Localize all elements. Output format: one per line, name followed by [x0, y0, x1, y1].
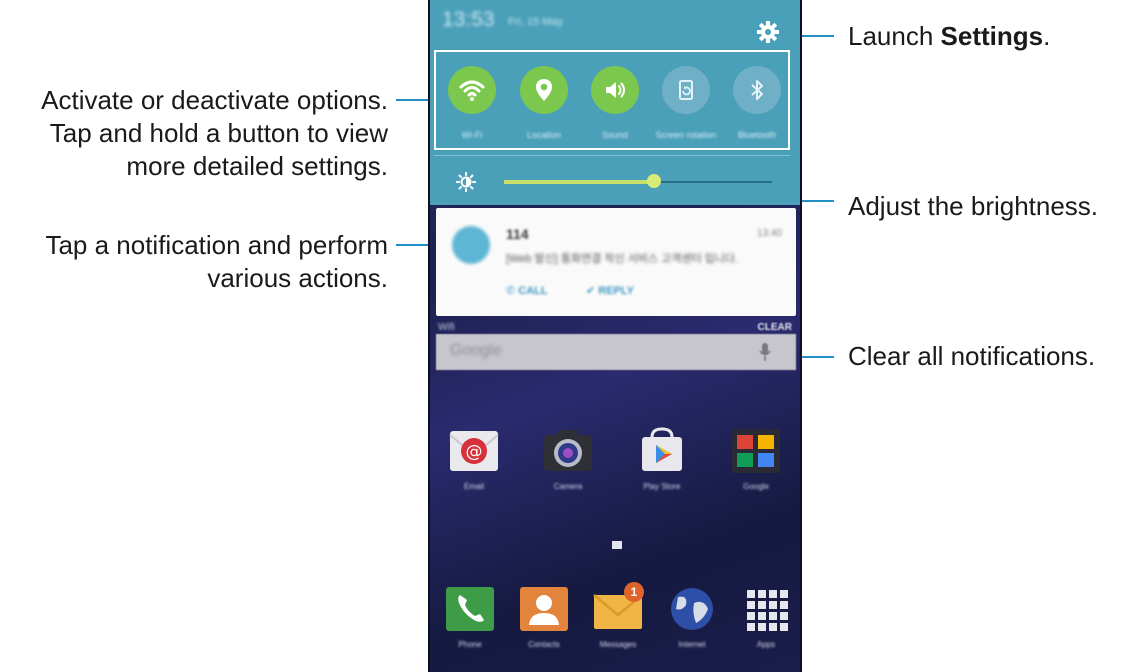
callout-toggles-line1: Activate or deactivate options. — [41, 85, 388, 115]
home-page-indicator — [612, 541, 622, 549]
dock-contacts-label: Contacts — [528, 640, 560, 649]
callout-brightness-text: Adjust the brightness. — [848, 191, 1099, 221]
quick-setting-rotation-label: Screen rotation — [655, 130, 717, 140]
microphone-icon[interactable] — [758, 342, 772, 362]
email-icon: @ — [449, 431, 499, 471]
app-play-store[interactable] — [634, 425, 690, 477]
brightness-control — [434, 160, 790, 202]
google-folder-icon — [732, 429, 780, 473]
phone-icon: ✆ — [506, 285, 519, 297]
play-store-icon — [642, 427, 682, 471]
wifi-icon — [459, 80, 485, 101]
callout-settings-bold: Settings — [940, 21, 1044, 51]
callout-notification-line1: Tap a notification and perform — [45, 230, 388, 260]
phone-screen: 13:53 Fri, 15 May Wi-Fi Location Sound S… — [428, 0, 802, 672]
dock-apps-label: Apps — [756, 640, 776, 649]
quick-settings-row: Wi-Fi Location Sound Screen rotation Blu… — [434, 50, 790, 150]
quick-setting-bluetooth[interactable] — [733, 66, 781, 114]
callout-clear: Clear all notifications. — [848, 340, 1118, 373]
dock-internet[interactable] — [664, 583, 720, 635]
quick-setting-rotation[interactable] — [662, 66, 710, 114]
quick-setting-sound[interactable] — [591, 66, 639, 114]
notification-panel: 13:53 Fri, 15 May Wi-Fi Location Sound S… — [428, 0, 802, 205]
speaker-icon — [606, 82, 625, 98]
phone-left-edge — [428, 0, 430, 672]
google-search-bar[interactable]: Google — [436, 334, 796, 370]
notification-card[interactable]: 114 13:40 [Web 발신] 통화연결 착신 서비스 고객센터 입니다.… — [436, 208, 796, 316]
app-google-folder-label: Google — [743, 482, 769, 491]
dock-phone-label: Phone — [458, 640, 482, 649]
search-left-label: Wifi — [438, 322, 455, 333]
app-google-folder[interactable] — [728, 425, 784, 477]
callout-toggles-line2: Tap and hold a button to view — [49, 118, 388, 148]
phone-right-edge — [800, 0, 802, 672]
callout-settings: Launch Settings. — [848, 20, 1118, 53]
reply-icon: ✔ — [586, 285, 599, 297]
svg-text:@: @ — [466, 442, 483, 462]
notification-time: 13:40 — [756, 228, 782, 239]
camera-icon — [544, 430, 592, 471]
quick-setting-location-label: Location — [526, 130, 562, 140]
callout-notification: Tap a notification and perform various a… — [0, 229, 388, 295]
callout-notification-line2: various actions. — [207, 263, 388, 293]
callout-settings-prefix: Launch — [848, 21, 941, 51]
messages-badge: 1 — [624, 582, 644, 602]
clear-all-button[interactable]: CLEAR — [758, 322, 792, 333]
quick-setting-sound-label: Sound — [601, 130, 629, 140]
status-bar: 13:53 Fri, 15 May — [428, 0, 802, 43]
callout-toggles: Activate or deactivate options. Tap and … — [0, 84, 388, 183]
brightness-sun-icon — [456, 172, 476, 192]
quick-setting-wifi-label: Wi-Fi — [461, 130, 483, 140]
phone-app-icon — [446, 587, 494, 631]
panel-divider — [434, 155, 790, 156]
quick-setting-location[interactable] — [520, 66, 568, 114]
contacts-icon — [520, 587, 568, 631]
bluetooth-icon — [751, 80, 763, 100]
notification-title: 114 — [506, 226, 529, 242]
search-area: Wifi CLEAR Google — [436, 320, 796, 370]
internet-icon — [671, 588, 713, 630]
dock-phone[interactable] — [442, 583, 498, 635]
app-camera[interactable] — [540, 425, 596, 477]
message-notification-icon — [452, 226, 490, 264]
location-pin-icon — [536, 79, 552, 101]
dock-apps[interactable] — [738, 583, 794, 635]
callout-brightness: Adjust the brightness. — [848, 190, 1118, 223]
brightness-thumb[interactable] — [647, 174, 662, 188]
dock-messages-label: Messages — [599, 640, 637, 649]
app-email-label: Email — [463, 482, 484, 491]
notification-call-label: CALL — [518, 285, 548, 297]
dock-internet-label: Internet — [678, 640, 706, 649]
apps-grid-icon — [747, 590, 788, 631]
notification-reply-label: REPLY — [598, 285, 634, 297]
status-date: Fri, 15 May — [508, 16, 564, 28]
brightness-fill — [504, 180, 655, 184]
callout-clear-text: Clear all notifications. — [848, 341, 1096, 371]
callout-toggles-line3: more detailed settings. — [126, 151, 388, 181]
callout-settings-suffix: . — [1043, 21, 1051, 51]
dock-contacts[interactable] — [516, 583, 572, 635]
status-clock: 13:53 — [442, 8, 495, 31]
quick-setting-bluetooth-label: Bluetooth — [737, 130, 777, 140]
settings-gear-icon[interactable] — [756, 20, 780, 44]
app-camera-label: Camera — [553, 482, 583, 491]
app-email[interactable]: @ — [446, 425, 502, 477]
notification-call-button[interactable]: ✆ CALL — [506, 284, 548, 297]
quick-setting-wifi[interactable] — [448, 66, 496, 114]
app-play-store-label: Play Store — [643, 482, 681, 491]
notification-body: [Web 발신] 통화연결 착신 서비스 고객센터 입니다. — [506, 253, 739, 265]
search-placeholder: Google — [450, 342, 502, 359]
rotation-icon — [679, 80, 693, 100]
notification-reply-button[interactable]: ✔ REPLY — [586, 284, 634, 297]
